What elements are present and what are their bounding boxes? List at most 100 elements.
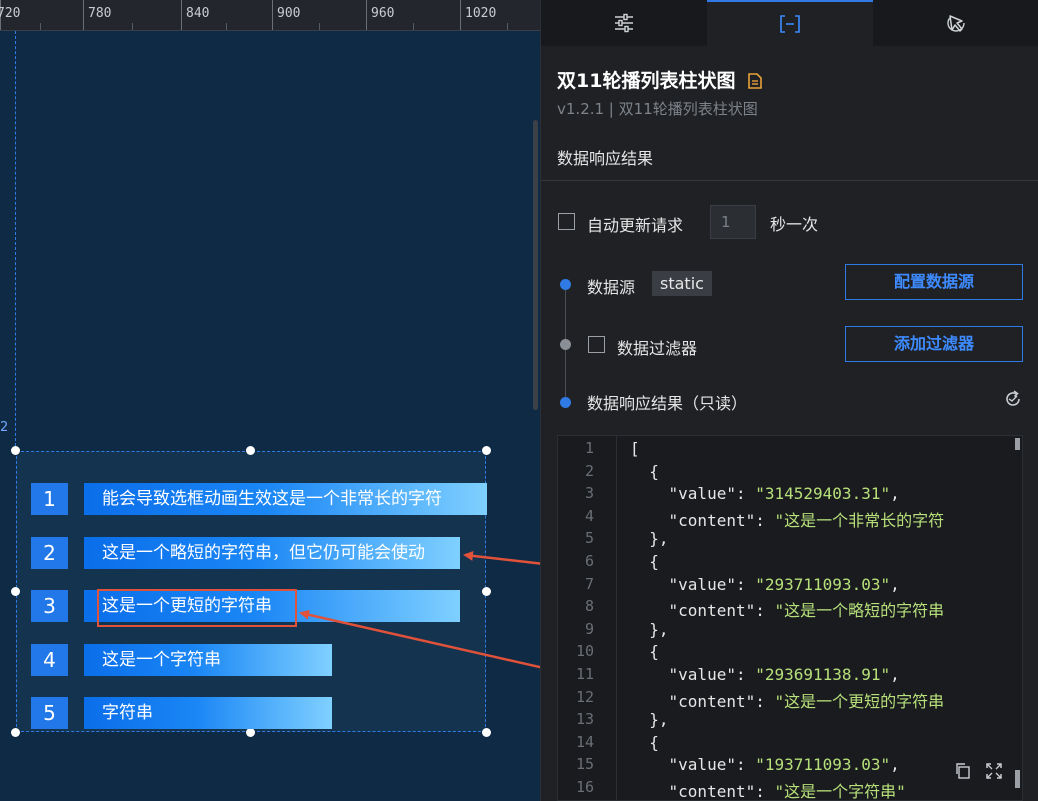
rank-badge: 3: [31, 590, 68, 622]
add-filter-button[interactable]: 添加过滤器: [845, 326, 1023, 362]
line-number: 4: [584, 506, 594, 525]
code-string-token: "193711093.03": [755, 755, 891, 775]
code-token: "content":: [630, 510, 775, 530]
tab-style[interactable]: [541, 0, 707, 46]
line-number: 16: [575, 778, 594, 796]
data-bracket-icon: [780, 15, 800, 33]
ruler-tick: 960: [366, 0, 394, 30]
resize-handle[interactable]: [246, 446, 255, 455]
code-line: },: [630, 710, 669, 730]
component-title: 双11轮播列表柱状图: [557, 66, 762, 93]
ruler-tick: 1020: [460, 0, 496, 30]
code-line: },: [630, 529, 668, 548]
step-dot-inactive: [560, 339, 571, 350]
list-item: 1 能会导致选框动画生效这是一个非常长的字符: [31, 483, 491, 515]
component-title-text: 双11轮播列表柱状图: [557, 70, 736, 92]
bar: 这是一个略短的字符串，但它仍可能会使动: [84, 537, 460, 569]
code-line: [: [630, 439, 640, 458]
code-string-token: "这是一个字符串": [774, 782, 906, 801]
list-item: 4 这是一个字符串: [31, 644, 491, 676]
code-token: "content":: [630, 691, 775, 711]
datasource-type-badge: static: [652, 271, 712, 296]
copy-icon[interactable]: [954, 762, 972, 780]
canvas-scrollbar[interactable]: [533, 120, 538, 410]
code-token: "content":: [630, 782, 775, 801]
line-number: 13: [575, 710, 594, 729]
list-item: 2 这是一个略短的字符串，但它仍可能会使动: [31, 537, 491, 569]
auto-update-label: 自动更新请求: [587, 216, 684, 235]
line-number: 9: [584, 619, 594, 638]
resize-handle[interactable]: [11, 728, 20, 737]
rank-badge: 5: [31, 697, 68, 729]
code-string-token: "这是一个更短的字符串: [774, 691, 945, 711]
resize-handle[interactable]: [246, 728, 255, 737]
code-line: "content": "这是一个非常长的字符: [630, 507, 945, 531]
code-token: ,: [890, 665, 900, 684]
auto-update-interval-input[interactable]: 1: [710, 205, 756, 239]
config-panel: 双11轮播列表柱状图 v1.2.1 | 双11轮播列表柱状图 数据响应结果 自动…: [540, 0, 1038, 801]
code-token: {: [630, 732, 659, 752]
code-string-token: "293691138.91": [755, 665, 891, 684]
tab-data[interactable]: [707, 0, 873, 46]
line-number: 10: [575, 642, 594, 661]
code-scrollbar-thumb[interactable]: [1015, 770, 1020, 788]
bar: 字符串: [84, 697, 332, 729]
divider: [541, 180, 1038, 181]
ruler-tick: 840: [181, 0, 209, 30]
step-dot-active: [560, 397, 571, 408]
panel-tabs: [541, 0, 1038, 46]
ruler-tick: 720: [0, 0, 20, 30]
line-number: 3: [584, 484, 594, 503]
code-string-token: "293711093.03": [755, 574, 891, 594]
code-line: {: [630, 462, 659, 481]
line-number: 12: [575, 687, 594, 706]
code-token: [: [630, 439, 640, 458]
code-token: {: [630, 461, 659, 481]
rank-badge: 1: [31, 483, 68, 515]
line-number: 5: [584, 529, 594, 548]
auto-update-checkbox[interactable]: [558, 213, 575, 230]
document-icon[interactable]: [748, 73, 762, 89]
tab-interaction[interactable]: [873, 0, 1038, 46]
code-token: {: [630, 642, 659, 662]
resize-handle[interactable]: [482, 728, 491, 737]
config-datasource-button[interactable]: 配置数据源: [845, 264, 1023, 300]
alignment-guide: [15, 31, 16, 451]
component-version: v1.2.1 | 双11轮播列表柱状图: [557, 100, 758, 118]
line-number: 11: [575, 665, 594, 683]
ruler-tick: 900: [272, 0, 300, 30]
code-token: },: [630, 710, 669, 730]
code-token: "value":: [630, 755, 756, 775]
refresh-icon[interactable]: [1003, 389, 1023, 409]
line-number: 2: [584, 461, 594, 480]
code-line: "value": "293691138.91",: [630, 665, 900, 684]
bar: 能会导致选框动画生效这是一个非常长的字符: [84, 483, 487, 515]
code-line: {: [630, 733, 659, 752]
line-number: 15: [575, 755, 594, 774]
resize-handle[interactable]: [482, 446, 491, 455]
code-token: "content":: [630, 601, 775, 621]
code-string-token: "这是一个非常长的字符: [774, 510, 945, 530]
code-line: "value": "293711093.03",: [630, 575, 900, 594]
code-line: "content": "这是一个更短的字符串: [630, 688, 945, 712]
line-number: 6: [584, 552, 594, 570]
code-line: "content": "这是一个字符串": [630, 778, 906, 801]
code-token: ,: [890, 484, 900, 504]
rank-badge: 4: [31, 644, 68, 676]
auto-update-unit: 秒一次: [770, 215, 819, 234]
sliders-icon: [615, 13, 633, 33]
code-string-token: "314529403.31": [755, 484, 891, 504]
response-code-viewer[interactable]: 1 [2 {3 "value": "314529403.31", 4 "conten…: [557, 435, 1023, 801]
resize-handle[interactable]: [11, 587, 20, 596]
filter-label: 数据过滤器: [617, 339, 698, 358]
fullscreen-icon[interactable]: [985, 762, 1003, 780]
code-scrollbar-thumb[interactable]: [1015, 438, 1020, 450]
section-title: 数据响应结果: [557, 149, 654, 168]
resize-handle[interactable]: [11, 446, 20, 455]
line-number: 14: [575, 732, 594, 751]
code-string-token: "这是一个略短的字符串: [774, 601, 945, 621]
code-token: "value":: [630, 665, 756, 684]
filter-checkbox[interactable]: [588, 336, 605, 353]
bar: 这是一个字符串: [84, 644, 332, 676]
code-token: },: [630, 619, 669, 639]
